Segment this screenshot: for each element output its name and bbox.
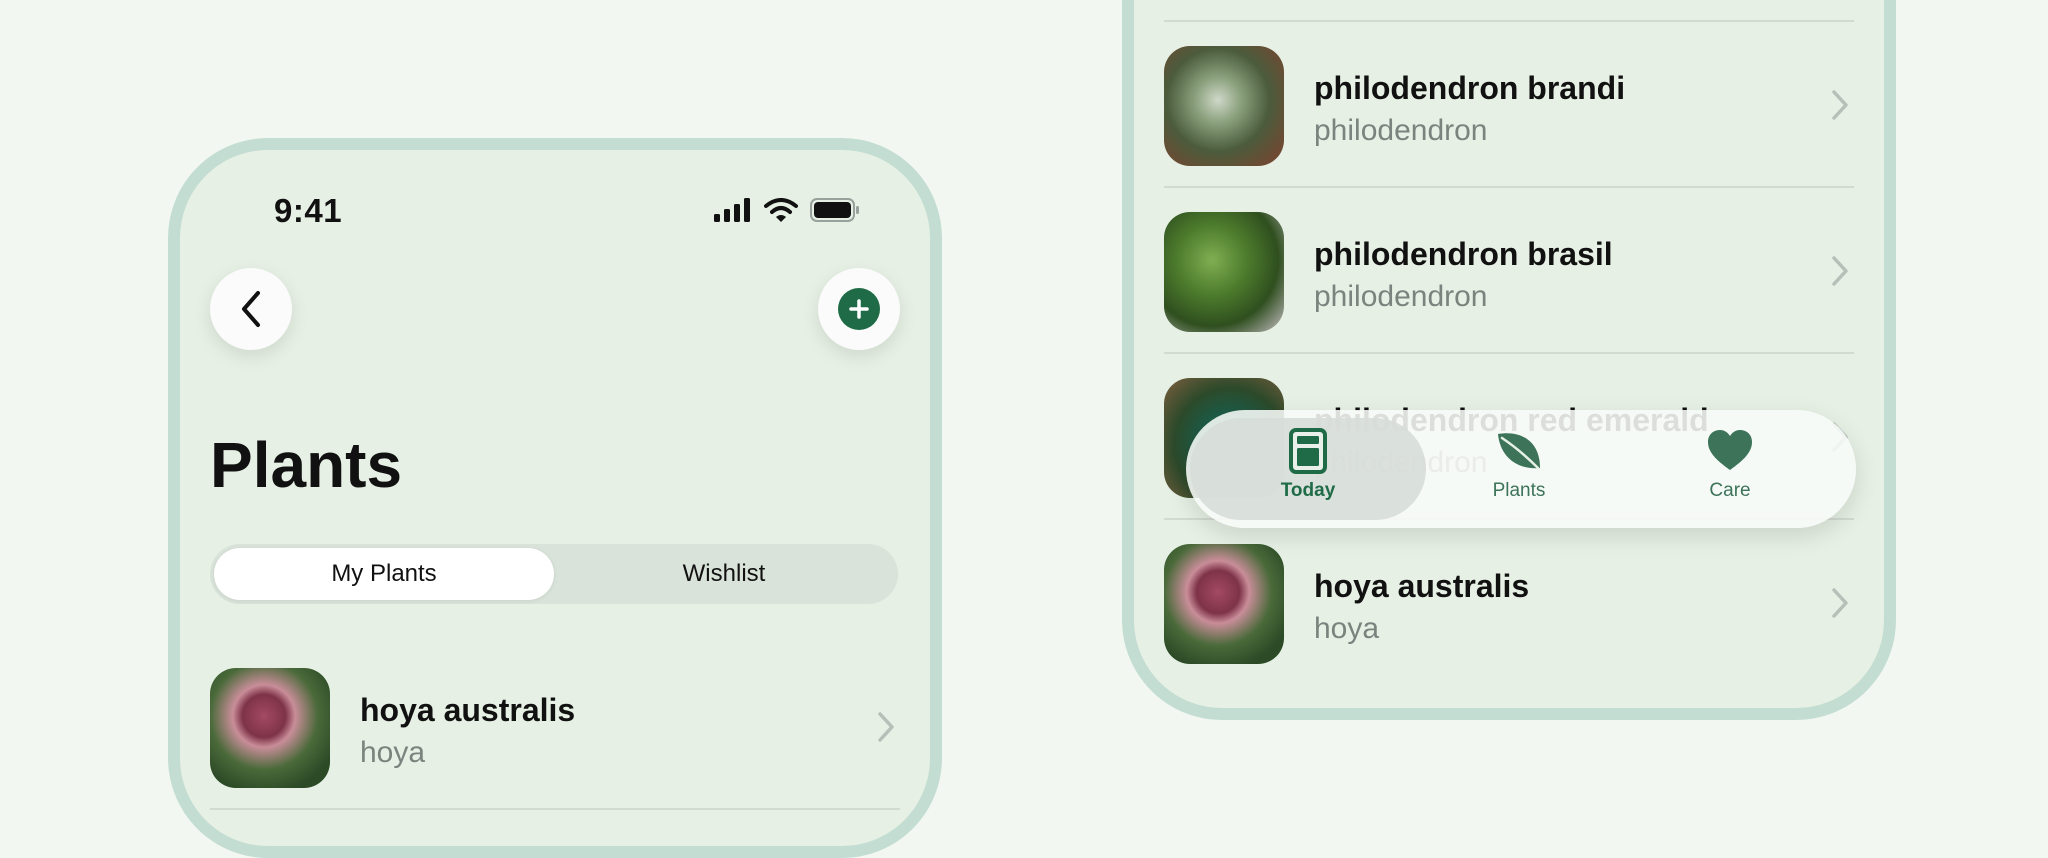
chevron-right-icon (878, 712, 894, 742)
tab-care-label: Care (1709, 480, 1751, 501)
chevron-left-icon (242, 291, 260, 327)
leaf-icon (1498, 433, 1540, 470)
plant-row[interactable]: hoya australis hoya (210, 644, 900, 810)
plant-name: philodendron brandi (1314, 70, 1626, 106)
segment-wishlist[interactable]: Wishlist (554, 548, 894, 600)
chevron-right-icon (1832, 256, 1848, 286)
tab-today[interactable]: Today (1233, 428, 1383, 502)
tab-bar: Today Plants Care (1186, 410, 1856, 528)
segmented-control: My Plants Wishlist (210, 544, 898, 604)
page-title: Plants (210, 429, 403, 501)
plant-name: hoya australis (1314, 568, 1530, 604)
phone-screen-plant-list: pilea philodendron brandi philodendron p… (1122, 0, 1896, 720)
plus-circle-icon (838, 288, 880, 330)
plant-photo (210, 668, 330, 788)
tab-plants-label: Plants (1492, 480, 1546, 501)
plant-row[interactable]: pilea (1164, 0, 1854, 22)
tab-plants[interactable]: Plants (1444, 428, 1594, 502)
segment-my-plants[interactable]: My Plants (214, 548, 554, 600)
calendar-icon (1289, 428, 1327, 474)
tab-care[interactable]: Care (1655, 428, 1805, 502)
chevron-right-icon (1832, 90, 1848, 120)
status-time: 9:41 (274, 192, 343, 229)
plant-row[interactable]: philodendron brandi philodendron (1164, 22, 1854, 188)
tab-today-label: Today (1280, 480, 1336, 501)
phone-screen-plants: 9:41 Plants My Plants Wishlist hoya aust… (168, 138, 942, 858)
plant-genus: philodendron (1314, 114, 1488, 147)
plant-genus: hoya (360, 736, 426, 769)
battery-icon (810, 198, 859, 222)
plant-genus: philodendron (1314, 280, 1488, 313)
status-icons (714, 198, 860, 222)
plant-name: hoya australis (360, 692, 576, 728)
wifi-icon (764, 198, 798, 222)
add-plant-button[interactable] (818, 268, 900, 350)
row-divider (210, 808, 900, 810)
back-button[interactable] (210, 268, 292, 350)
plant-name: philodendron brasil (1314, 236, 1613, 272)
heart-icon (1708, 430, 1752, 470)
plant-photo (1164, 46, 1284, 166)
plant-photo (1164, 544, 1284, 664)
plant-genus: hoya (1314, 612, 1380, 645)
plant-row[interactable]: hoya australis hoya (1164, 520, 1854, 686)
cellular-signal-icon (714, 198, 750, 222)
plant-photo (1164, 212, 1284, 332)
plant-row[interactable]: philodendron brasil philodendron (1164, 188, 1854, 354)
chevron-right-icon (1832, 588, 1848, 618)
